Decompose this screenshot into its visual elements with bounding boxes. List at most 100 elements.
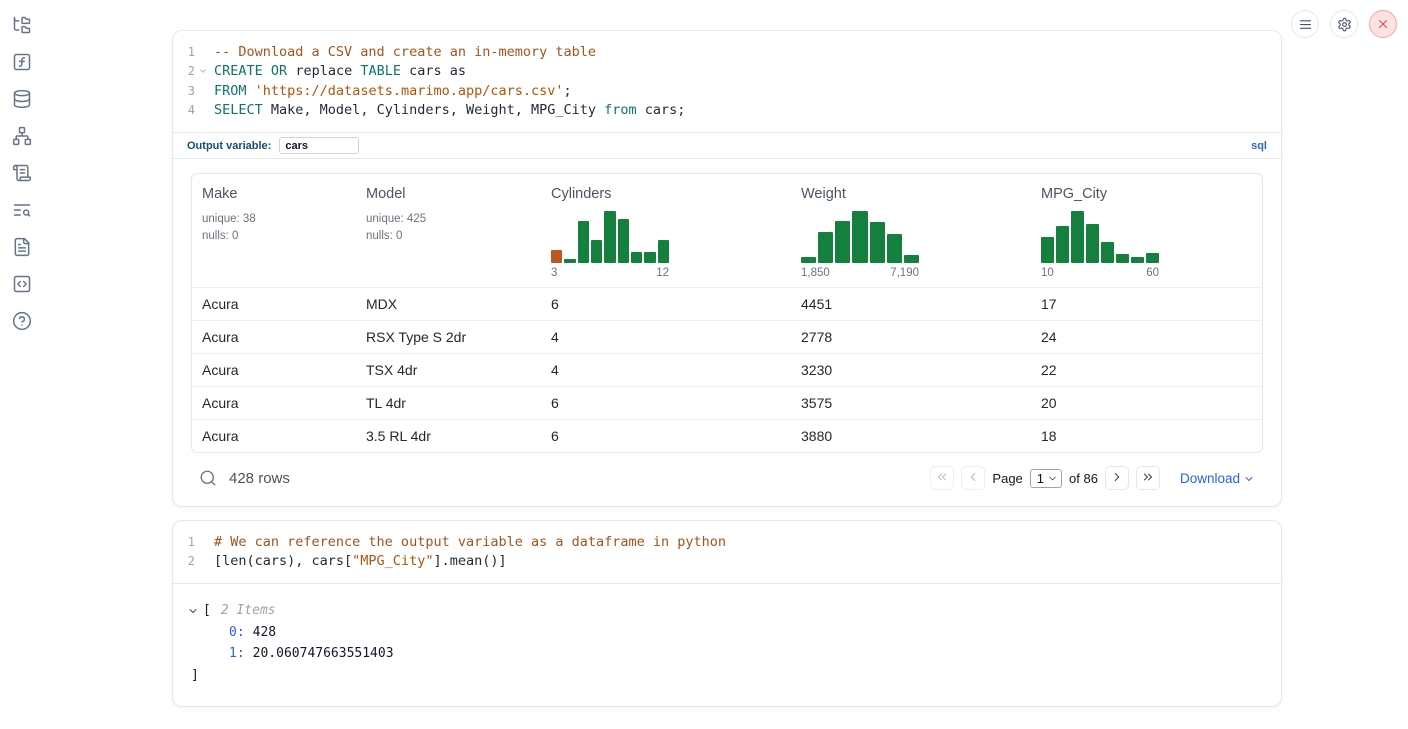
collapse-chevron-icon[interactable] — [187, 605, 202, 617]
histogram-bar — [1116, 254, 1129, 263]
histogram-bars — [1041, 211, 1159, 263]
column-name: MPG_City — [1041, 186, 1252, 202]
settings-button[interactable] — [1330, 10, 1358, 38]
table-row[interactable]: AcuraMDX6445117 — [192, 287, 1262, 320]
table-cell: 17 — [1031, 288, 1262, 320]
code-text: # We can reference the output variable a… — [210, 534, 726, 550]
logs-icon[interactable] — [11, 162, 33, 184]
column-header-cylinders[interactable]: Cylinders 3 12 — [541, 174, 791, 287]
help-icon[interactable] — [11, 310, 33, 332]
page-total-label: of 86 — [1069, 471, 1098, 486]
fold-chevron-icon[interactable] — [195, 66, 210, 76]
output-open-bracket: [ — [203, 603, 211, 618]
sql-code-editor[interactable]: 1-- Download a CSV and create an in-memo… — [173, 31, 1281, 132]
column-stat: unique: 38 — [202, 211, 346, 228]
output-entry: 1:20.060747663551403 — [187, 643, 1267, 665]
output-variable-row: Output variable: sql — [173, 132, 1281, 159]
table-cell: 20 — [1031, 387, 1262, 419]
code-text: SELECT Make, Model, Cylinders, Weight, M… — [210, 102, 685, 118]
table-row[interactable]: AcuraRSX Type S 2dr4277824 — [192, 320, 1262, 353]
table-cell: 6 — [541, 387, 791, 419]
first-page-button[interactable] — [930, 466, 954, 490]
table-cell: 4451 — [791, 288, 1031, 320]
table-cell: 3880 — [791, 420, 1031, 452]
table-cell: 22 — [1031, 354, 1262, 386]
histogram-bar — [591, 240, 602, 263]
file-explorer-icon[interactable] — [11, 14, 33, 36]
output-variable-input[interactable] — [279, 137, 359, 154]
page-number-value: 1 — [1037, 471, 1044, 486]
histogram-min-label: 3 — [551, 267, 557, 279]
datasources-icon[interactable] — [11, 88, 33, 110]
histogram-bar — [658, 240, 669, 263]
histogram-bar — [818, 232, 833, 263]
shutdown-button[interactable] — [1369, 10, 1397, 38]
table-row[interactable]: AcuraTSX 4dr4323022 — [192, 353, 1262, 386]
table-cell: Acura — [192, 387, 356, 419]
column-histogram[interactable]: 1,8507,190 — [801, 211, 919, 279]
histogram-range-labels: 3 12 — [551, 267, 669, 279]
column-name: Cylinders — [551, 186, 781, 202]
histogram-min-label: 1,850 — [801, 267, 830, 279]
dependencies-icon[interactable] — [11, 125, 33, 147]
sql-cell: 1 -- Download a CSV and create an in-memo… — [172, 30, 1282, 507]
code-line: 4SELECT Make, Model, Cylinders, Weight, … — [173, 101, 1281, 121]
output-variable-label: Output variable: — [187, 140, 271, 152]
page-number-select[interactable]: 1 — [1030, 469, 1062, 488]
histogram-bar — [1086, 224, 1099, 263]
histogram-max-label: 12 — [656, 267, 669, 279]
output-list-header: [2 Items — [187, 600, 1267, 622]
pagination: Page 1 of 86 — [930, 466, 1160, 490]
table-cell: 4 — [541, 321, 791, 353]
code-text: [len(cars), cars["MPG_City"].mean()] — [210, 553, 507, 569]
close-icon — [1376, 17, 1390, 31]
last-page-button[interactable] — [1136, 466, 1160, 490]
table-cell: 24 — [1031, 321, 1262, 353]
histogram-bar — [835, 221, 850, 263]
scratchpad-icon[interactable] — [11, 51, 33, 73]
column-header-mpg_city[interactable]: MPG_City 1060 — [1031, 174, 1262, 287]
next-page-button[interactable] — [1105, 466, 1129, 490]
search-icon[interactable] — [199, 469, 217, 487]
code-text: CREATE OR replace TABLE cars as — [210, 63, 466, 79]
column-stat: nulls: 0 — [202, 228, 346, 245]
python-code-editor[interactable]: 1# We can reference the output variable … — [173, 521, 1281, 583]
histogram-bars — [551, 211, 669, 263]
code-text: -- Download a CSV and create an in-memor… — [210, 44, 596, 60]
histogram-range-labels: 1,8507,190 — [801, 267, 919, 279]
histogram-bar — [644, 252, 655, 263]
column-histogram[interactable]: 1060 — [1041, 211, 1159, 279]
chevron-down-icon — [1243, 473, 1255, 485]
snippets-icon[interactable] — [11, 236, 33, 258]
variables-icon[interactable] — [11, 199, 33, 221]
histogram-bar — [887, 234, 902, 263]
table-cell: MDX — [356, 288, 541, 320]
histogram-bar — [604, 211, 615, 263]
histogram-bar — [1041, 237, 1054, 263]
chevron-right-icon — [1110, 470, 1124, 487]
table-row[interactable]: Acura3.5 RL 4dr6388018 — [192, 419, 1262, 452]
column-header-model[interactable]: Modelunique: 425nulls: 0 — [356, 174, 541, 287]
code-line: 1# We can reference the output variable … — [173, 532, 1281, 552]
column-name: Make — [202, 186, 346, 202]
row-count-label: 428 rows — [229, 470, 290, 487]
column-histogram[interactable]: 3 12 — [551, 211, 669, 279]
left-icon-rail — [0, 0, 44, 729]
histogram-min-label: 10 — [1041, 267, 1054, 279]
output-entry-value: 428 — [253, 625, 276, 640]
download-button[interactable]: Download — [1180, 471, 1255, 486]
histogram-range-labels: 1060 — [1041, 267, 1159, 279]
code-line: 3FROM 'https://datasets.marimo.app/cars.… — [173, 81, 1281, 101]
python-cell-output: [2 Items0:4281:20.060747663551403] — [173, 583, 1281, 706]
code-line: 2[len(cars), cars["MPG_City"].mean()] — [173, 552, 1281, 572]
histogram-bar — [852, 211, 867, 263]
column-header-weight[interactable]: Weight1,8507,190 — [791, 174, 1031, 287]
column-header-make[interactable]: Make unique: 38nulls: 0 — [192, 174, 356, 287]
table-footer: 428 rows Page 1 of 86 Download — [191, 453, 1263, 506]
documentation-icon[interactable] — [11, 273, 33, 295]
line-number: 3 — [173, 84, 195, 98]
table-row[interactable]: AcuraTL 4dr6357520 — [192, 386, 1262, 419]
notebook-menu-button[interactable] — [1291, 10, 1319, 38]
prev-page-button[interactable] — [961, 466, 985, 490]
chevrons-left-icon — [935, 470, 949, 487]
